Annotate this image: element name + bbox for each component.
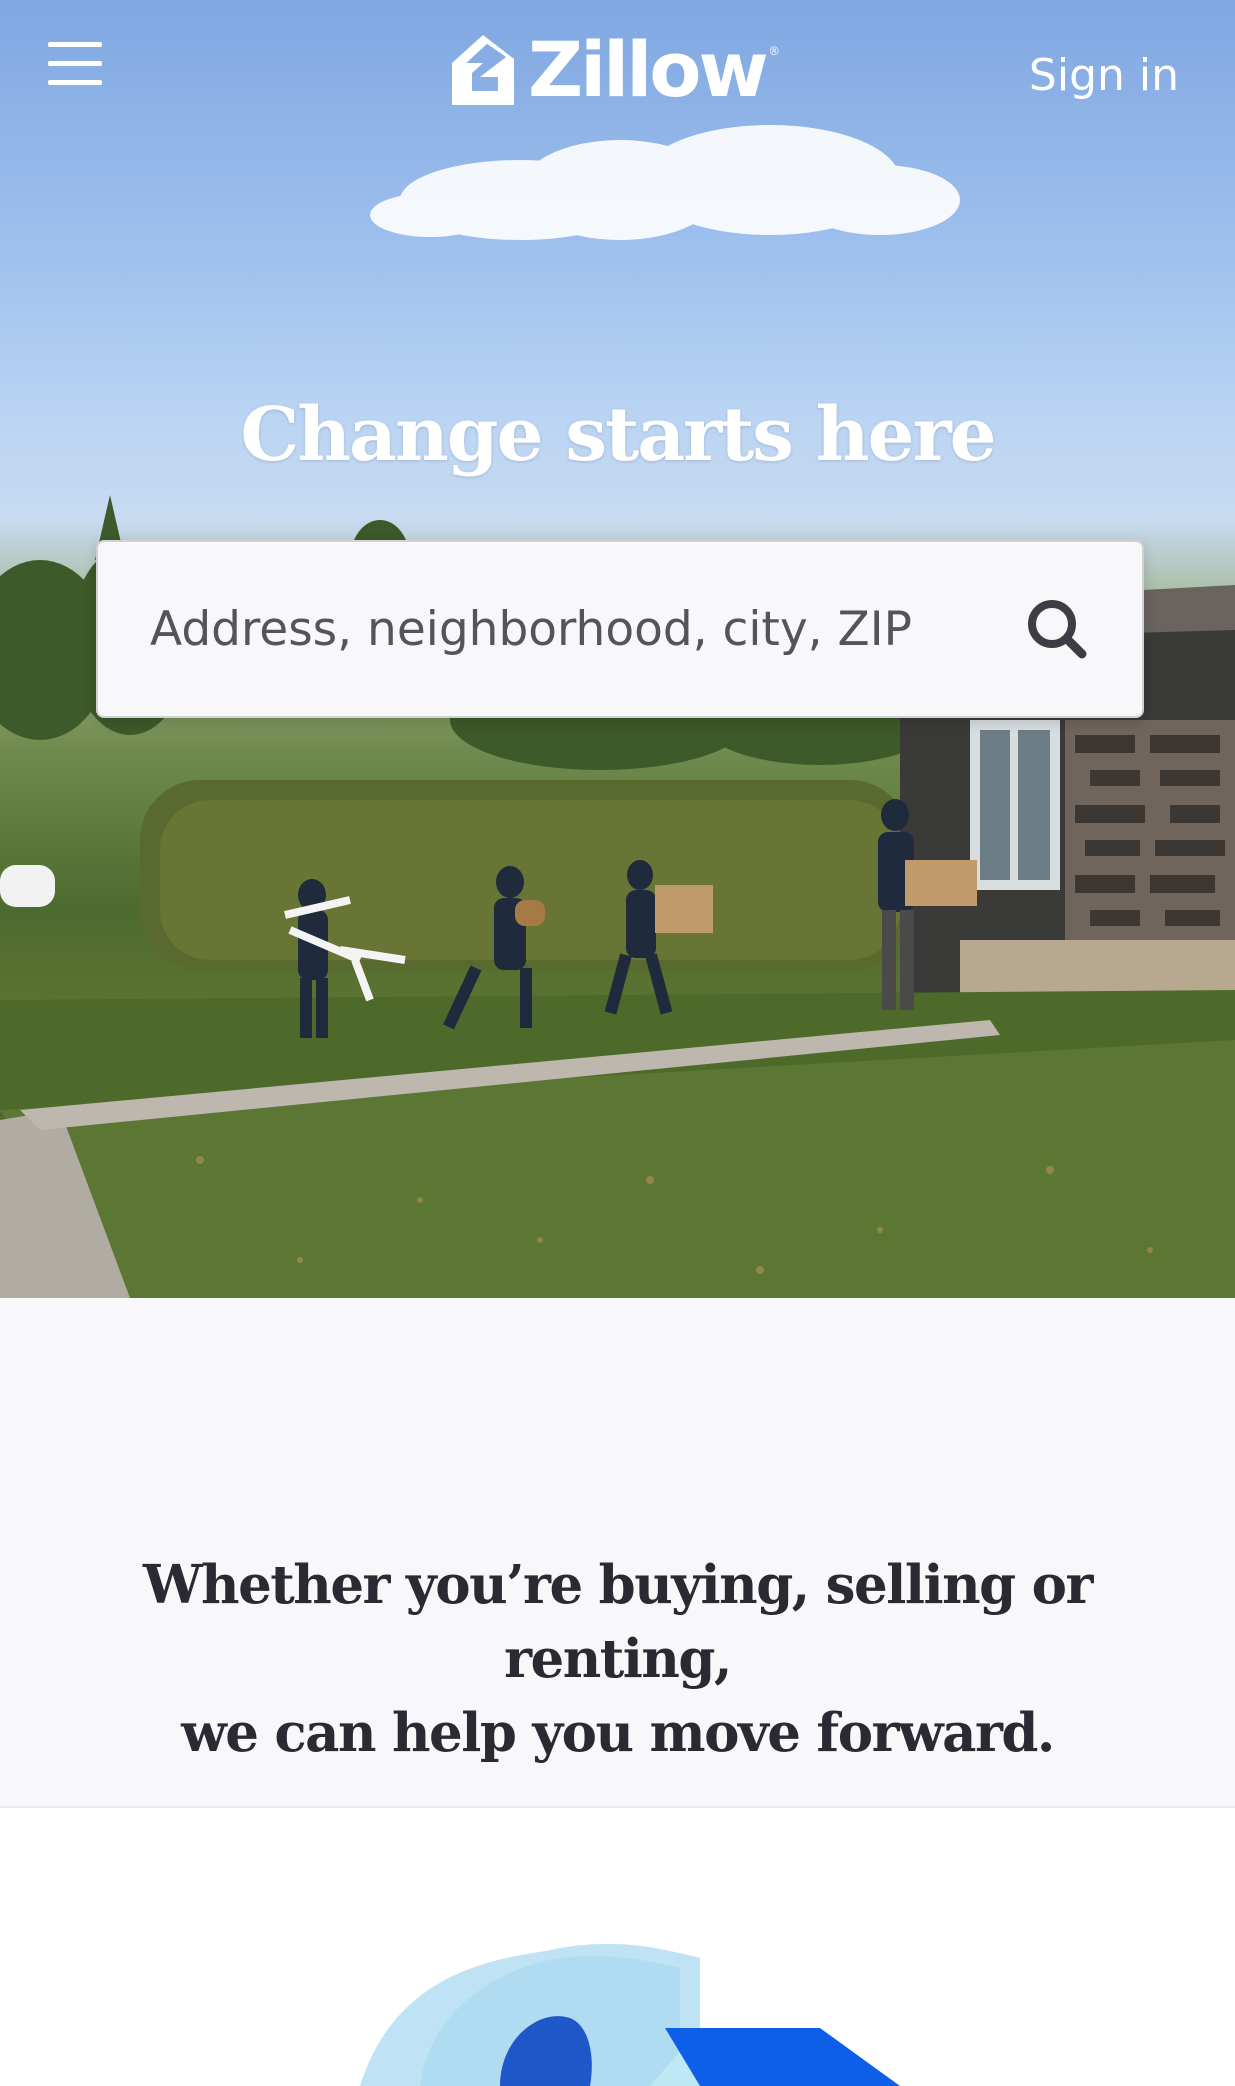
search-icon [1028, 600, 1087, 659]
tagline-line-1: Whether you’re buying, selling or rentin… [143, 1554, 1093, 1690]
search-input[interactable] [148, 600, 992, 658]
search-button[interactable] [1022, 594, 1092, 664]
buy-illustration [0, 1808, 1235, 2086]
house-illustration-icon [360, 1943, 900, 2086]
tagline-text: Whether you’re buying, selling or rentin… [40, 1548, 1195, 1770]
tagline-section: Whether you’re buying, selling or rentin… [0, 1298, 1235, 1808]
logo-registered-mark: ® [769, 44, 779, 58]
hero-headline: Change starts here [240, 392, 996, 478]
zillow-logo-icon [452, 35, 514, 105]
hamburger-icon [48, 42, 102, 47]
logo-text: Zillow [528, 25, 769, 114]
menu-button[interactable] [48, 42, 102, 86]
zillow-logo[interactable]: Zillow ® [450, 30, 779, 110]
search-bar [96, 540, 1144, 718]
sign-in-link[interactable]: Sign in [1029, 50, 1179, 101]
hero-section: Zillow ® Sign in Change starts here [0, 0, 1235, 1298]
tagline-line-2: we can help you move forward. [181, 1702, 1055, 1764]
